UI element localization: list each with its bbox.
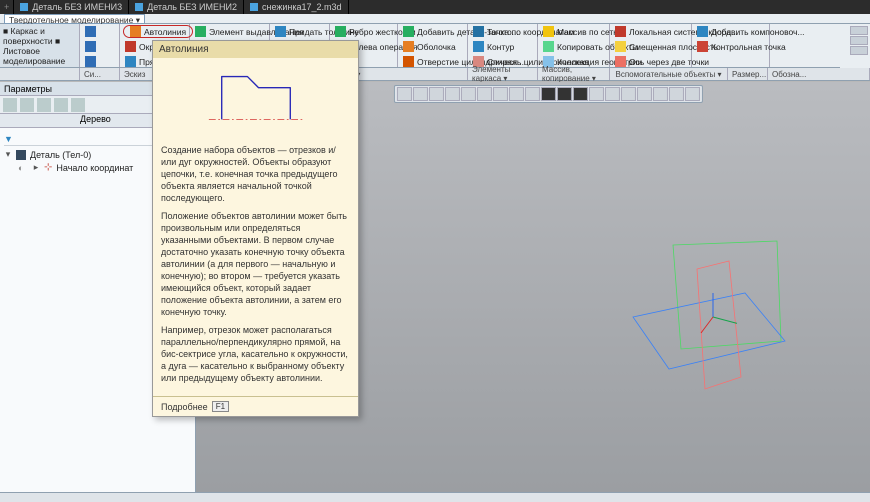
view-tool-icon[interactable] — [397, 87, 412, 101]
view-tool-icon[interactable] — [685, 87, 700, 101]
view-tool-icon[interactable] — [461, 87, 476, 101]
contour-icon — [473, 41, 484, 52]
shell-button[interactable]: Оболочка — [401, 40, 458, 53]
axis-icon — [615, 56, 626, 67]
group-label: Размер... — [728, 68, 768, 80]
tooltip-body: Создание набора объектов — отрезков и/ил… — [153, 138, 358, 396]
point-icon — [473, 26, 484, 37]
tooltip-footer: Подробнее F1 — [153, 396, 358, 416]
doc-icon — [135, 3, 143, 11]
ribbon: ■ Каркас и поверхности ■ Листовое модели… — [0, 24, 870, 68]
main-area: Параметры Дерево ▼ ▾ Деталь (Тел-0) ◐ ▸ … — [0, 82, 870, 492]
new-tab-button[interactable]: + — [0, 0, 14, 14]
view-tool-icon[interactable] — [429, 87, 444, 101]
tool-icon[interactable] — [37, 98, 51, 112]
doc-icon — [20, 3, 28, 11]
tool-icon[interactable] — [54, 98, 68, 112]
mode-solid-dropdown[interactable]: Твердотельное моделирование ▾ — [4, 14, 145, 24]
expand-icon[interactable]: ▸ — [32, 162, 40, 173]
group-label[interactable]: Элементы каркаса ▾ — [468, 68, 538, 80]
extrude-icon — [195, 26, 206, 37]
overflow-icon[interactable] — [850, 36, 868, 45]
control-point-button[interactable]: Контрольная точка — [695, 40, 788, 53]
save-icon — [85, 41, 96, 52]
overflow-icon[interactable] — [850, 46, 868, 55]
ribbon-group-labels: Си... Эскиз Элементы тела ▾ Элементы кар… — [0, 68, 870, 81]
save-button[interactable] — [83, 25, 98, 38]
view-tool-icon[interactable] — [557, 87, 572, 101]
overflow-icon[interactable] — [850, 26, 868, 35]
tool-icon[interactable] — [71, 98, 85, 112]
mode-row: Твердотельное моделирование ▾ — [0, 14, 870, 24]
tooltip-paragraph: Создание набора объектов — отрезков и/ил… — [161, 144, 350, 204]
ctrl-icon — [697, 41, 708, 52]
save-as-button[interactable] — [83, 40, 98, 53]
print-button[interactable] — [83, 55, 98, 68]
grid-icon — [543, 26, 554, 37]
doc-icon — [250, 3, 258, 11]
tooltip-title: Автолиния — [153, 41, 358, 58]
collapse-icon[interactable]: ▾ — [4, 149, 12, 160]
tooltip-illustration — [153, 58, 358, 138]
coordinate-planes — [625, 237, 785, 397]
add-component-button[interactable]: Добавить компоновоч... — [695, 25, 807, 38]
autoline-tooltip: Автолиния Создание набора объектов — отр… — [152, 40, 359, 417]
rib-icon — [335, 26, 346, 37]
group-label[interactable]: Вспомогательные объекты ▾ — [610, 68, 728, 80]
circle-icon — [125, 41, 136, 52]
tooltip-paragraph: Положение объектов автолинии может быть … — [161, 210, 350, 318]
view-tool-icon[interactable] — [477, 87, 492, 101]
view-tool-icon[interactable] — [445, 87, 460, 101]
view-tool-icon[interactable] — [621, 87, 636, 101]
autoline-icon — [130, 26, 141, 37]
save-icon — [85, 26, 96, 37]
view-tool-icon[interactable] — [509, 87, 524, 101]
document-tab[interactable]: Деталь БЕЗ ИМЕНИ2 — [129, 0, 244, 14]
view-tool-icon[interactable] — [573, 87, 588, 101]
contour-button[interactable]: Контур — [471, 40, 516, 53]
shell-icon — [403, 41, 414, 52]
tooltip-more-label: Подробнее — [161, 402, 208, 412]
hole-icon — [403, 56, 414, 67]
copy-icon — [543, 41, 554, 52]
tooltip-paragraph: Например, отрезок может располагаться па… — [161, 324, 350, 384]
view-tool-icon[interactable] — [637, 87, 652, 101]
part-icon — [16, 150, 26, 160]
origin-icon: ⊹ — [44, 162, 52, 173]
group-label: Си... — [80, 68, 120, 80]
plane-icon — [615, 41, 626, 52]
thickness-icon — [275, 26, 286, 37]
view-tool-icon[interactable] — [541, 87, 556, 101]
modeling-modes-panel[interactable]: ■ Каркас и поверхности ■ Листовое модели… — [0, 24, 80, 67]
print-icon — [85, 56, 96, 67]
group-label[interactable]: Массив, копирование ▾ — [538, 68, 610, 80]
document-tab[interactable]: Деталь БЕЗ ИМЕНИ3 — [14, 0, 129, 14]
view-tool-icon[interactable] — [669, 87, 684, 101]
document-tab[interactable]: снежинка17_2.m3d — [244, 0, 349, 14]
status-bar — [0, 492, 870, 502]
document-tabs: + Деталь БЕЗ ИМЕНИ3 Деталь БЕЗ ИМЕНИ2 сн… — [0, 0, 870, 14]
view-tool-icon[interactable] — [653, 87, 668, 101]
group-label: Обозна... — [768, 68, 870, 80]
addpart-icon — [403, 26, 414, 37]
view-tool-icon[interactable] — [525, 87, 540, 101]
tool-icon[interactable] — [3, 98, 17, 112]
view-tool-icon[interactable] — [589, 87, 604, 101]
rect-icon — [125, 56, 136, 67]
view-tool-icon[interactable] — [605, 87, 620, 101]
lcs-icon — [615, 26, 626, 37]
ribbon-overflow[interactable] — [840, 24, 870, 68]
view-tool-icon[interactable] — [413, 87, 428, 101]
f1-key-icon: F1 — [212, 401, 229, 412]
tool-icon[interactable] — [20, 98, 34, 112]
view-toolbar — [394, 85, 703, 103]
eye-icon[interactable]: ◐ — [18, 163, 28, 173]
autoline-button[interactable]: Автолиния — [123, 25, 193, 38]
comp-icon — [697, 26, 708, 37]
view-tool-icon[interactable] — [493, 87, 508, 101]
